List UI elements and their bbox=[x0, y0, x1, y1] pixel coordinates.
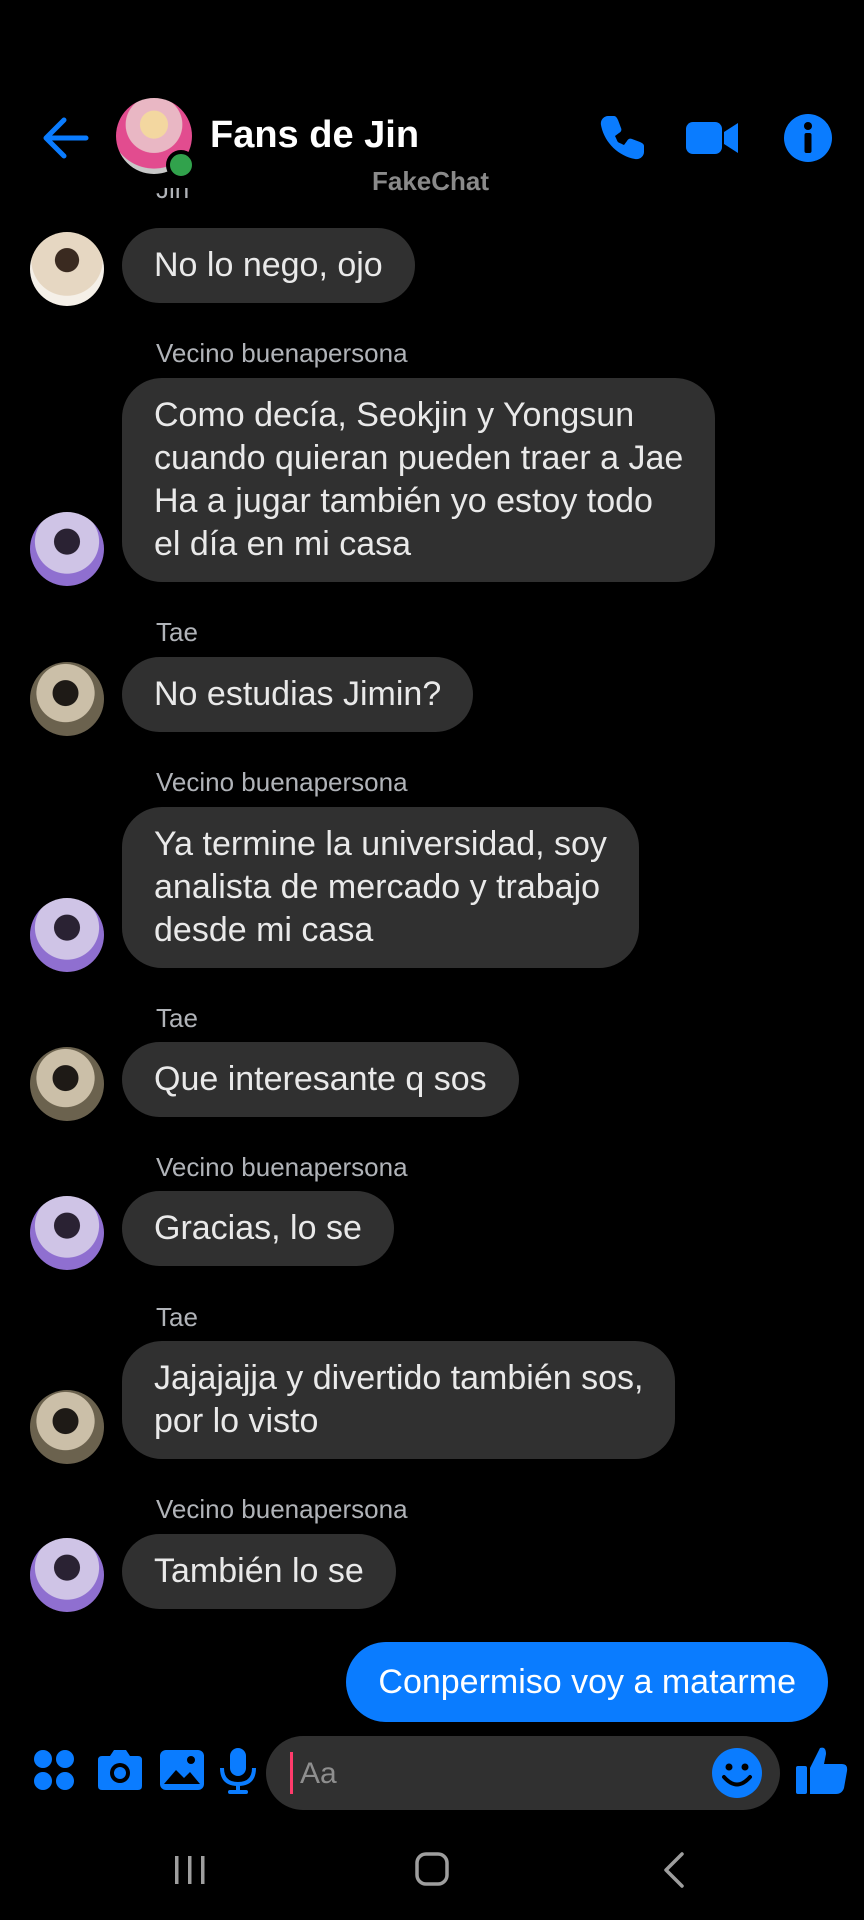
phone-call-icon[interactable] bbox=[594, 110, 650, 166]
message-bubble[interactable]: Jajajajja y divertido también sos, por l… bbox=[122, 1341, 676, 1459]
more-actions-icon[interactable] bbox=[28, 1744, 80, 1796]
message-bubble[interactable]: Como decía, Seokjin y Yongsun cuando qui… bbox=[122, 378, 716, 582]
chat-title[interactable]: Fans de Jin bbox=[210, 114, 419, 157]
message-composer[interactable] bbox=[266, 1736, 780, 1812]
recent-apps-icon[interactable] bbox=[160, 1846, 220, 1894]
avatar-vecino[interactable] bbox=[30, 1196, 104, 1270]
avatar-tae[interactable] bbox=[30, 662, 104, 736]
sender-name: Vecino buenapersona bbox=[156, 767, 408, 797]
sender-name: Vecino buenapersona bbox=[156, 1152, 408, 1182]
avatar-vecino[interactable] bbox=[30, 512, 104, 586]
back-arrow-icon[interactable] bbox=[40, 112, 92, 164]
cut-off-sender-name: Jin bbox=[156, 188, 190, 204]
sender-name: Tae bbox=[156, 1003, 198, 1033]
avatar-vecino[interactable] bbox=[30, 898, 104, 972]
camera-icon[interactable] bbox=[94, 1744, 146, 1796]
text-caret bbox=[290, 1752, 293, 1794]
message-input[interactable] bbox=[298, 1736, 662, 1812]
avatar-tae[interactable] bbox=[30, 1047, 104, 1121]
info-icon[interactable] bbox=[780, 110, 836, 166]
sender-name: Tae bbox=[156, 1302, 198, 1332]
sender-name: Vecino buenapersona bbox=[156, 338, 408, 368]
gallery-icon[interactable] bbox=[156, 1744, 208, 1796]
video-call-icon[interactable] bbox=[684, 110, 740, 166]
thumbs-up-icon[interactable] bbox=[794, 1742, 850, 1798]
microphone-icon[interactable] bbox=[212, 1744, 264, 1796]
message-bubble[interactable]: Gracias, lo se bbox=[122, 1191, 394, 1266]
home-icon[interactable] bbox=[402, 1846, 462, 1894]
avatar-jin[interactable] bbox=[30, 232, 104, 306]
online-status-dot bbox=[166, 150, 196, 180]
watermark: FakeChat bbox=[372, 166, 490, 196]
sender-name: Tae bbox=[156, 617, 198, 647]
sender-name: Vecino buenapersona bbox=[156, 1494, 408, 1524]
avatar-tae[interactable] bbox=[30, 1390, 104, 1464]
message-bubble[interactable]: No lo nego, ojo bbox=[122, 228, 415, 303]
message-bubble[interactable]: Que interesante q sos bbox=[122, 1042, 519, 1117]
back-nav-icon[interactable] bbox=[644, 1846, 704, 1894]
message-bubble[interactable]: No estudias Jimin? bbox=[122, 657, 474, 732]
emoji-icon[interactable] bbox=[710, 1746, 764, 1800]
message-bubble[interactable]: Ya termine la universidad, soy analista … bbox=[122, 807, 639, 968]
message-bubble[interactable]: También lo se bbox=[122, 1534, 396, 1609]
avatar-vecino[interactable] bbox=[30, 1538, 104, 1612]
my-message-bubble[interactable]: Conpermiso voy a matarme bbox=[346, 1642, 828, 1722]
